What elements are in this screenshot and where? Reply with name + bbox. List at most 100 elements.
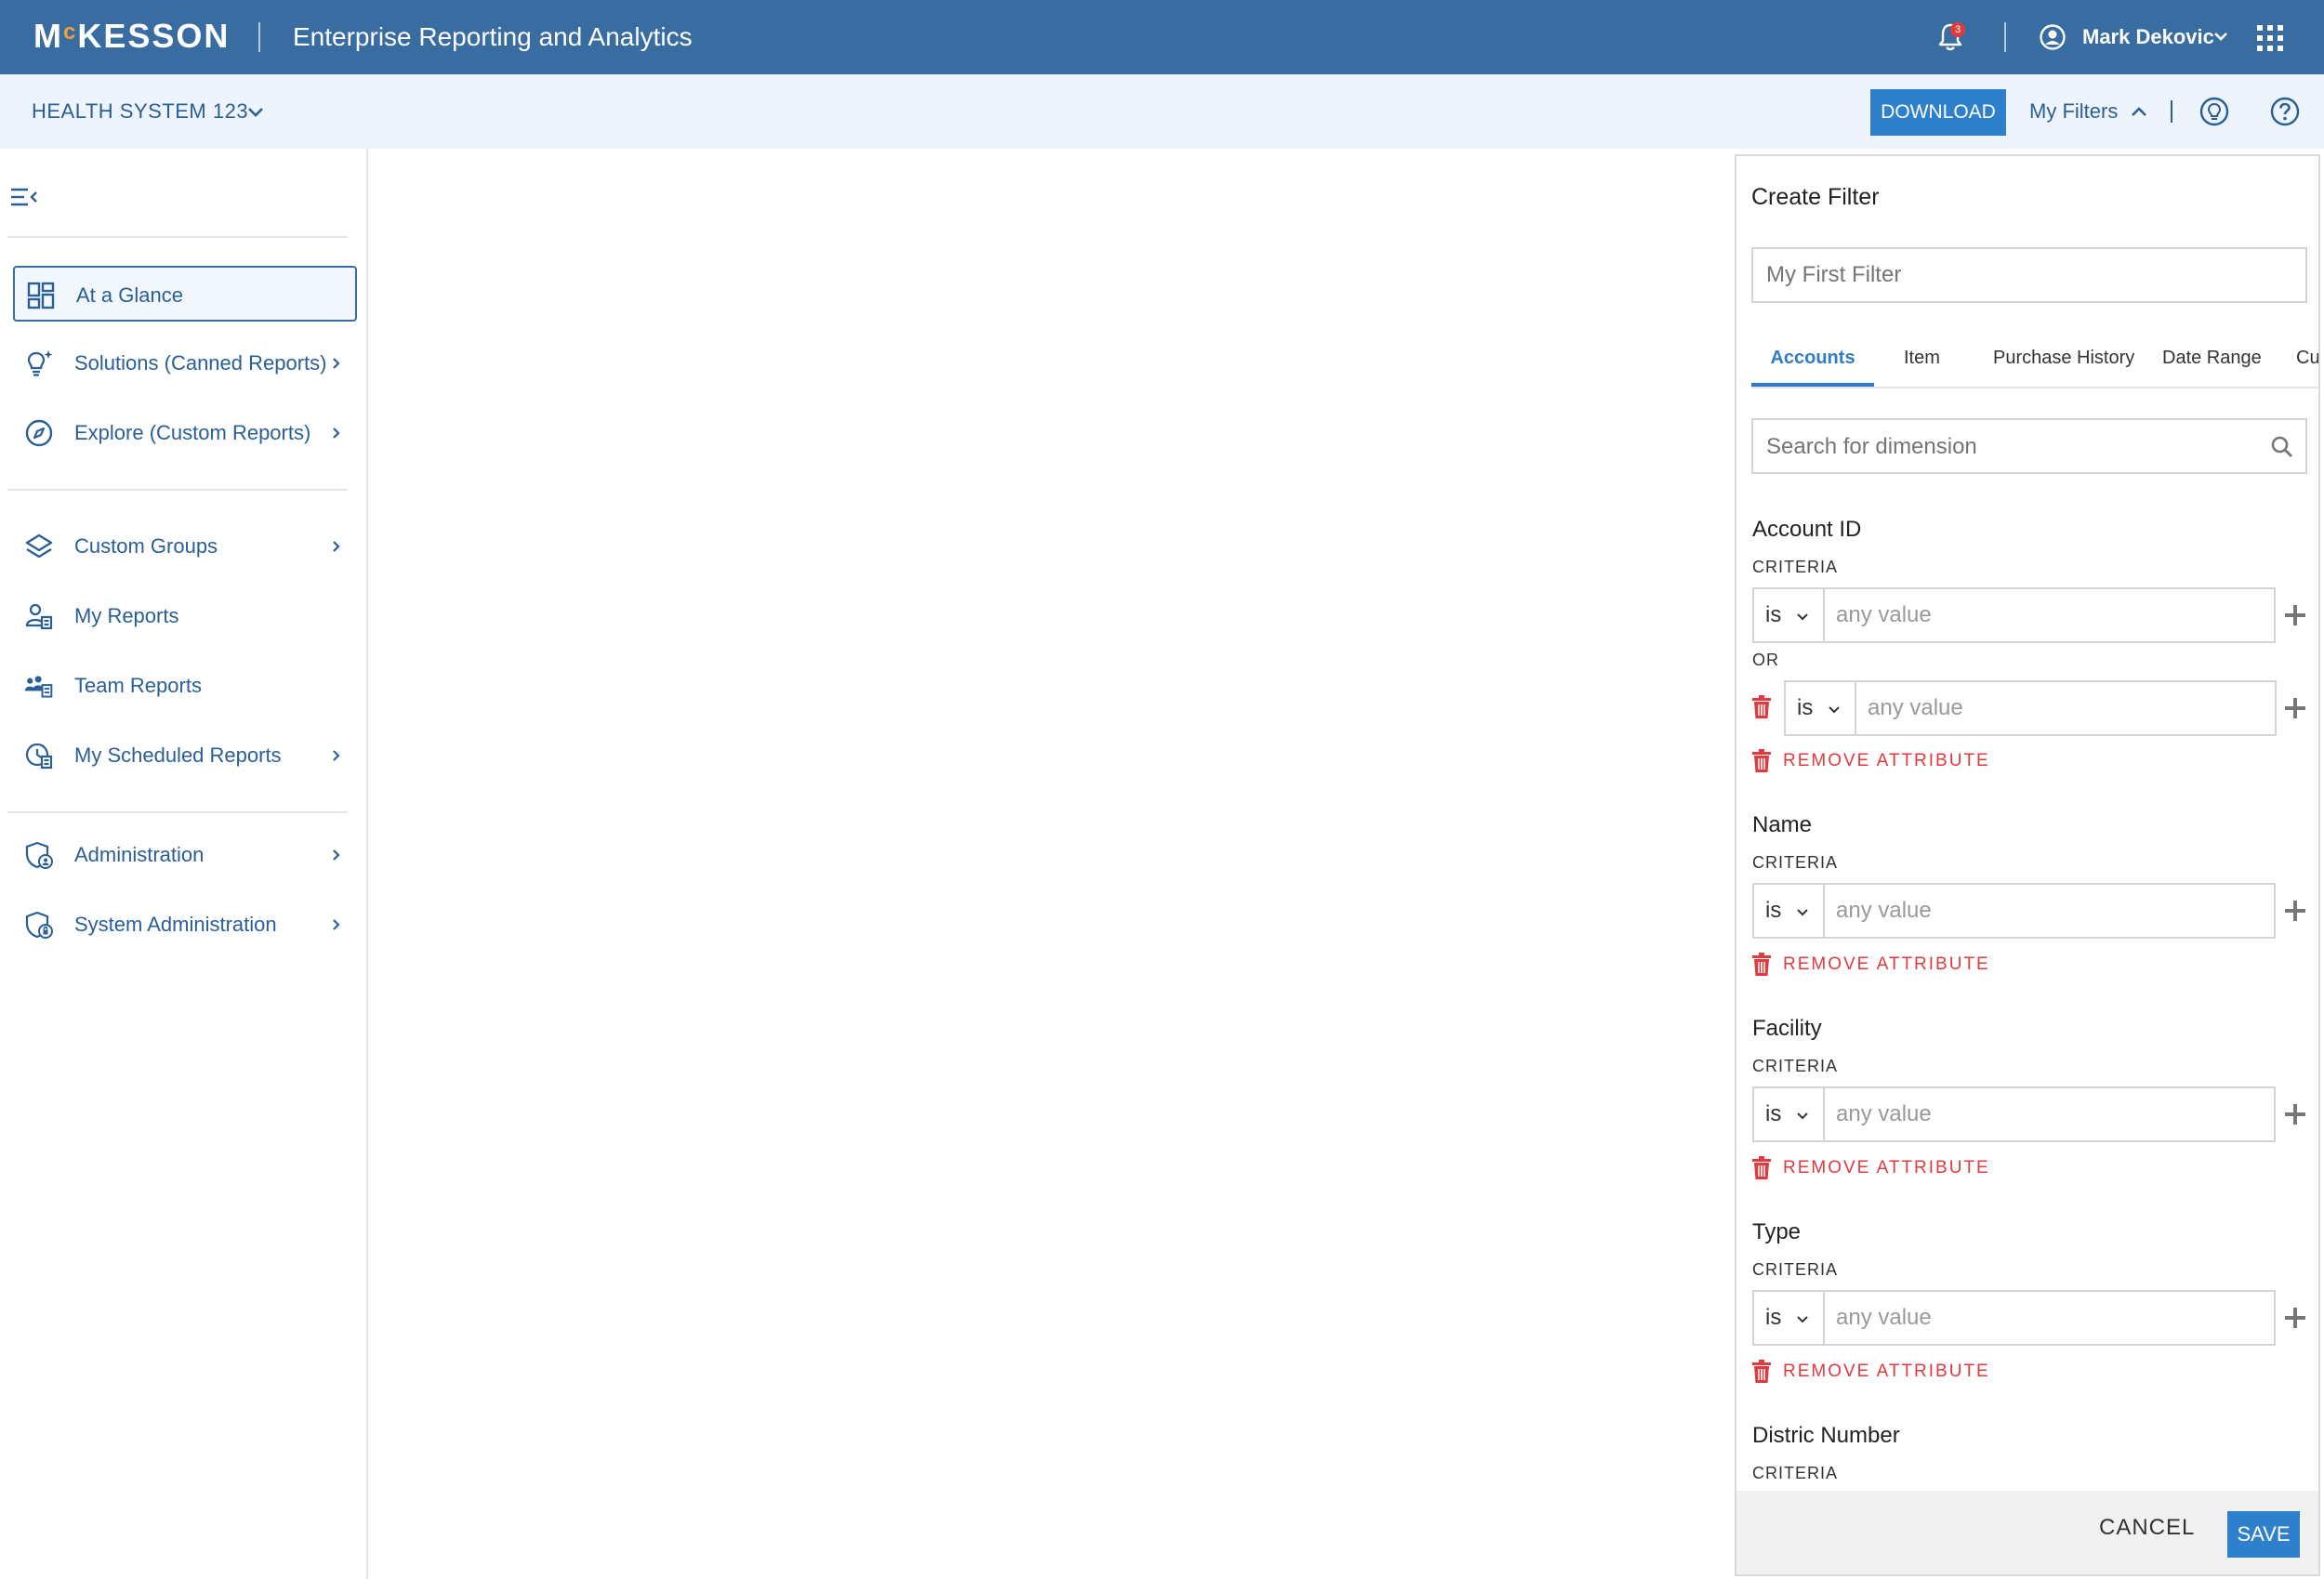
sidebar-item-label: Administration	[74, 843, 205, 866]
dimension-search-input[interactable]	[1766, 431, 2250, 463]
sidebar-item-explore[interactable]: Explore (Custom Reports)	[13, 405, 357, 461]
remove-attribute-button[interactable]: REMOVE ATTRIBUTE	[1751, 747, 1993, 775]
filter-name-input[interactable]	[1751, 247, 2307, 303]
attribute-title: Name	[1752, 812, 1813, 837]
trash-icon	[1752, 749, 1771, 772]
tab-overflow[interactable]: Cu	[2296, 348, 2318, 387]
chevron-right-icon	[333, 919, 340, 930]
apps-grid-icon[interactable]	[2257, 25, 2283, 51]
help-icon[interactable]	[2270, 97, 2300, 126]
tab-purchase-history[interactable]: Purchase History	[1993, 348, 2134, 387]
sidebar-item-system-administration[interactable]: System Administration	[13, 897, 357, 953]
chevron-down-icon[interactable]	[2212, 28, 2229, 45]
shield-admin-icon	[25, 841, 53, 869]
dashboard-icon	[27, 282, 55, 309]
criteria-value-input[interactable]: any value	[1836, 1305, 1932, 1331]
toolbar-divider	[2171, 100, 2172, 123]
criteria-row: is any value	[1752, 1290, 2276, 1346]
organization-selector[interactable]: HEALTH SYSTEM 123	[32, 99, 248, 124]
sidebar-divider	[7, 811, 348, 813]
dimension-search[interactable]	[1751, 418, 2307, 474]
sidebar-item-my-reports[interactable]: My Reports	[13, 588, 357, 644]
sidebar-item-label: Custom Groups	[74, 534, 218, 558]
app-title: Enterprise Reporting and Analytics	[293, 22, 693, 51]
criteria-label: CRITERIA	[1752, 558, 1839, 576]
context-bar: HEALTH SYSTEM 123 DOWNLOAD My Filters	[0, 74, 2324, 149]
attribute-title: Type	[1752, 1219, 1802, 1244]
tab-date-range[interactable]: Date Range	[2162, 348, 2262, 387]
add-criteria-icon[interactable]	[2283, 696, 2307, 720]
operator-select[interactable]: is	[1754, 1088, 1825, 1140]
chevron-down-icon[interactable]	[245, 102, 266, 123]
mckesson-logo[interactable]: McKESSON	[33, 17, 230, 56]
sidebar-item-at-a-glance[interactable]: At a Glance	[13, 266, 357, 322]
tab-item[interactable]: Item	[1904, 348, 1940, 387]
attribute-title: Distric Number	[1752, 1423, 1900, 1448]
add-criteria-icon[interactable]	[2283, 899, 2307, 923]
panel-footer: CANCEL SAVE	[1736, 1491, 2318, 1574]
criteria-value-input[interactable]: any value	[1836, 602, 1932, 628]
criteria-label: CRITERIA	[1752, 853, 1839, 872]
layers-icon	[25, 533, 53, 559]
criteria-row: is any value	[1752, 1086, 2276, 1142]
download-button[interactable]: DOWNLOAD	[1870, 89, 2006, 136]
add-criteria-icon[interactable]	[2283, 1306, 2307, 1330]
criteria-row: is any value	[1784, 680, 2277, 736]
team-report-icon	[24, 676, 53, 698]
chevron-down-icon	[1797, 1112, 1808, 1120]
operator-select[interactable]: is	[1786, 682, 1856, 734]
search-icon[interactable]	[2270, 435, 2294, 459]
criteria-row: is any value	[1752, 587, 2276, 643]
operator-select[interactable]: is	[1754, 885, 1825, 937]
chevron-right-icon	[333, 358, 340, 369]
chevron-down-icon	[1797, 613, 1808, 621]
criteria-label: CRITERIA	[1752, 1057, 1839, 1075]
sidebar: At a Glance Solutions (Canned Reports) E…	[0, 149, 368, 1579]
remove-attribute-button[interactable]: REMOVE ATTRIBUTE	[1751, 1358, 1993, 1386]
save-button[interactable]: SAVE	[2227, 1511, 2300, 1558]
clock-report-icon	[25, 743, 53, 770]
criteria-label: CRITERIA	[1752, 1464, 1839, 1482]
criteria-row: is any value	[1752, 883, 2276, 939]
sidebar-item-administration[interactable]: Administration	[13, 827, 357, 883]
chevron-down-icon	[1829, 706, 1840, 714]
sidebar-divider	[7, 236, 348, 238]
cancel-button[interactable]: CANCEL	[2099, 1515, 2195, 1541]
header-divider	[258, 22, 260, 52]
remove-attribute-button[interactable]: REMOVE ATTRIBUTE	[1751, 951, 1993, 979]
operator-select[interactable]: is	[1754, 1292, 1825, 1344]
attribute-title: Account ID	[1752, 517, 1862, 542]
sidebar-divider	[7, 489, 348, 491]
sidebar-item-scheduled-reports[interactable]: My Scheduled Reports	[13, 728, 357, 783]
attribute-title: Facility	[1752, 1016, 1822, 1041]
my-filters-toggle[interactable]: My Filters	[2029, 99, 2118, 124]
delete-criteria-icon[interactable]	[1751, 695, 1772, 719]
collapse-menu-icon[interactable]	[11, 186, 37, 208]
user-name[interactable]: Mark Dekovic	[2082, 25, 2214, 49]
compass-icon	[25, 419, 53, 447]
user-avatar-icon[interactable]	[2040, 24, 2066, 50]
sidebar-item-label: Team Reports	[74, 674, 202, 697]
operator-select[interactable]: is	[1754, 589, 1825, 641]
panel-title: Create Filter	[1751, 184, 1880, 210]
user-report-icon	[25, 603, 53, 630]
chevron-down-icon	[1797, 909, 1808, 916]
sidebar-item-label: Solutions (Canned Reports)	[74, 351, 327, 375]
lightbulb-sparkle-icon	[27, 350, 53, 376]
chevron-right-icon	[333, 541, 340, 552]
sidebar-item-custom-groups[interactable]: Custom Groups	[13, 519, 357, 574]
chevron-up-icon[interactable]	[2129, 101, 2149, 122]
sidebar-item-label: At a Glance	[76, 283, 183, 307]
header-divider	[2004, 22, 2006, 52]
lightbulb-icon[interactable]	[2199, 97, 2229, 126]
sidebar-item-solutions[interactable]: Solutions (Canned Reports)	[13, 336, 357, 391]
criteria-value-input[interactable]: any value	[1836, 1101, 1932, 1127]
tab-accounts[interactable]: Accounts	[1751, 348, 1874, 387]
criteria-value-input[interactable]: any value	[1836, 898, 1932, 924]
remove-attribute-button[interactable]: REMOVE ATTRIBUTE	[1751, 1154, 1993, 1182]
sidebar-item-team-reports[interactable]: Team Reports	[13, 658, 357, 714]
criteria-label: CRITERIA	[1752, 1260, 1839, 1279]
criteria-value-input[interactable]: any value	[1868, 695, 1963, 721]
add-criteria-icon[interactable]	[2283, 603, 2307, 627]
add-criteria-icon[interactable]	[2283, 1102, 2307, 1126]
